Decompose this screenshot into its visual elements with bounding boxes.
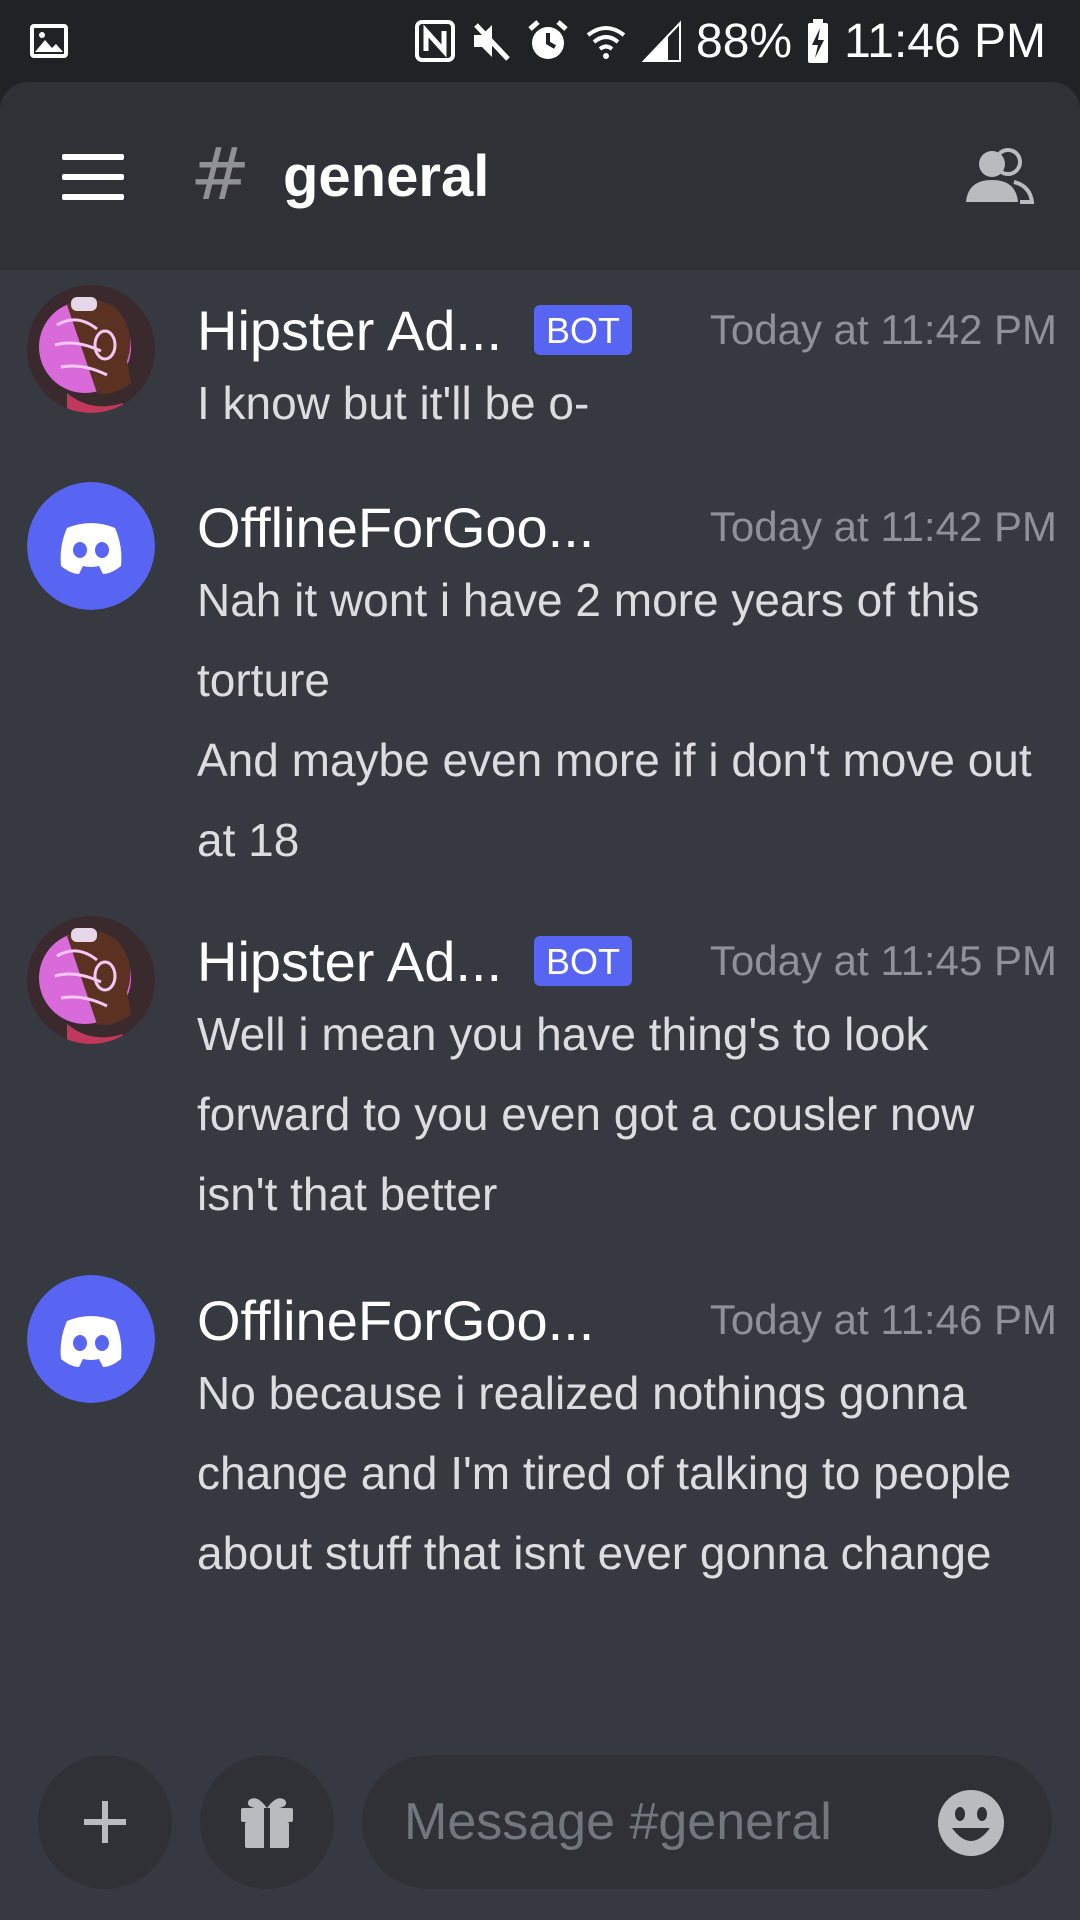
clock: 11:46 PM xyxy=(844,14,1046,68)
message-timestamp: Today at 11:42 PM xyxy=(709,306,1057,353)
message-header: Hipster Ad... BOT Today at 11:42 PM xyxy=(197,285,1057,375)
status-icons: 88% 11:46 PM xyxy=(414,0,1046,82)
battery-percent: 88% xyxy=(696,14,793,68)
signal-icon xyxy=(642,20,682,62)
discord-default-avatar-icon xyxy=(27,482,155,610)
channel-header: # general xyxy=(0,82,1080,270)
message-header: OfflineForGoo... Today at 11:46 PM xyxy=(197,1275,1057,1365)
status-bar: 88% 11:46 PM xyxy=(0,0,1080,82)
battery-icon xyxy=(808,19,829,63)
user-avatar[interactable] xyxy=(27,482,155,610)
author-name[interactable]: Hipster Ad... xyxy=(197,298,502,363)
members-icon[interactable] xyxy=(962,146,1034,206)
gallery-icon xyxy=(30,24,68,58)
message-header: Hipster Ad... BOT Today at 11:45 PM xyxy=(197,916,1057,1006)
author-name[interactable]: OfflineForGoo... xyxy=(197,1288,594,1353)
message-content[interactable]: No because i realized nothings gonna cha… xyxy=(197,1353,1057,1593)
gift-icon xyxy=(241,1798,293,1848)
message-line: And maybe even more if i don't move out … xyxy=(197,734,1032,866)
pink-sketch-avatar-icon xyxy=(27,285,155,413)
message-timestamp: Today at 11:42 PM xyxy=(709,503,1057,550)
message-content[interactable]: Nah it wont i have 2 more years of this … xyxy=(197,560,1057,880)
gift-button[interactable] xyxy=(200,1755,334,1889)
attach-button[interactable] xyxy=(38,1755,172,1889)
user-avatar[interactable] xyxy=(27,1275,155,1403)
user-avatar[interactable] xyxy=(27,285,155,413)
mute-icon xyxy=(474,23,510,61)
channel-title[interactable]: general xyxy=(283,140,489,214)
wifi-icon xyxy=(586,26,626,59)
plus-icon xyxy=(84,1801,126,1843)
message-timestamp: Today at 11:45 PM xyxy=(709,937,1057,984)
message-line: Nah it wont i have 2 more years of this … xyxy=(197,574,980,706)
emoji-icon[interactable] xyxy=(936,1788,1006,1858)
bot-badge: BOT xyxy=(534,936,633,986)
hamburger-menu-icon[interactable] xyxy=(62,154,126,200)
message-header: OfflineForGoo... Today at 11:42 PM xyxy=(197,482,1057,572)
message-line: Well i mean you have thing's to look for… xyxy=(197,1008,975,1220)
alarm-icon xyxy=(528,20,568,59)
author-name[interactable]: OfflineForGoo... xyxy=(197,495,594,560)
user-avatar[interactable] xyxy=(27,916,155,1044)
message-content[interactable]: I know but it'll be o- xyxy=(197,363,1057,443)
author-name[interactable]: Hipster Ad... xyxy=(197,929,502,994)
bot-badge: BOT xyxy=(534,305,633,355)
nfc-icon xyxy=(415,20,456,62)
message-line: No because i realized nothings gonna cha… xyxy=(197,1367,1012,1579)
pink-sketch-avatar-icon xyxy=(27,916,155,1044)
message-list[interactable]: Hipster Ad... BOT Today at 11:42 PM I kn… xyxy=(0,270,1080,1750)
message-line: I know but it'll be o- xyxy=(197,377,590,429)
message-composer xyxy=(0,1750,1080,1920)
message-timestamp: Today at 11:46 PM xyxy=(709,1296,1057,1343)
discord-default-avatar-icon xyxy=(27,1275,155,1403)
message-content[interactable]: Well i mean you have thing's to look for… xyxy=(197,994,1057,1234)
channel-hash-icon: # xyxy=(190,132,251,216)
header-bar: # general xyxy=(0,82,1080,270)
